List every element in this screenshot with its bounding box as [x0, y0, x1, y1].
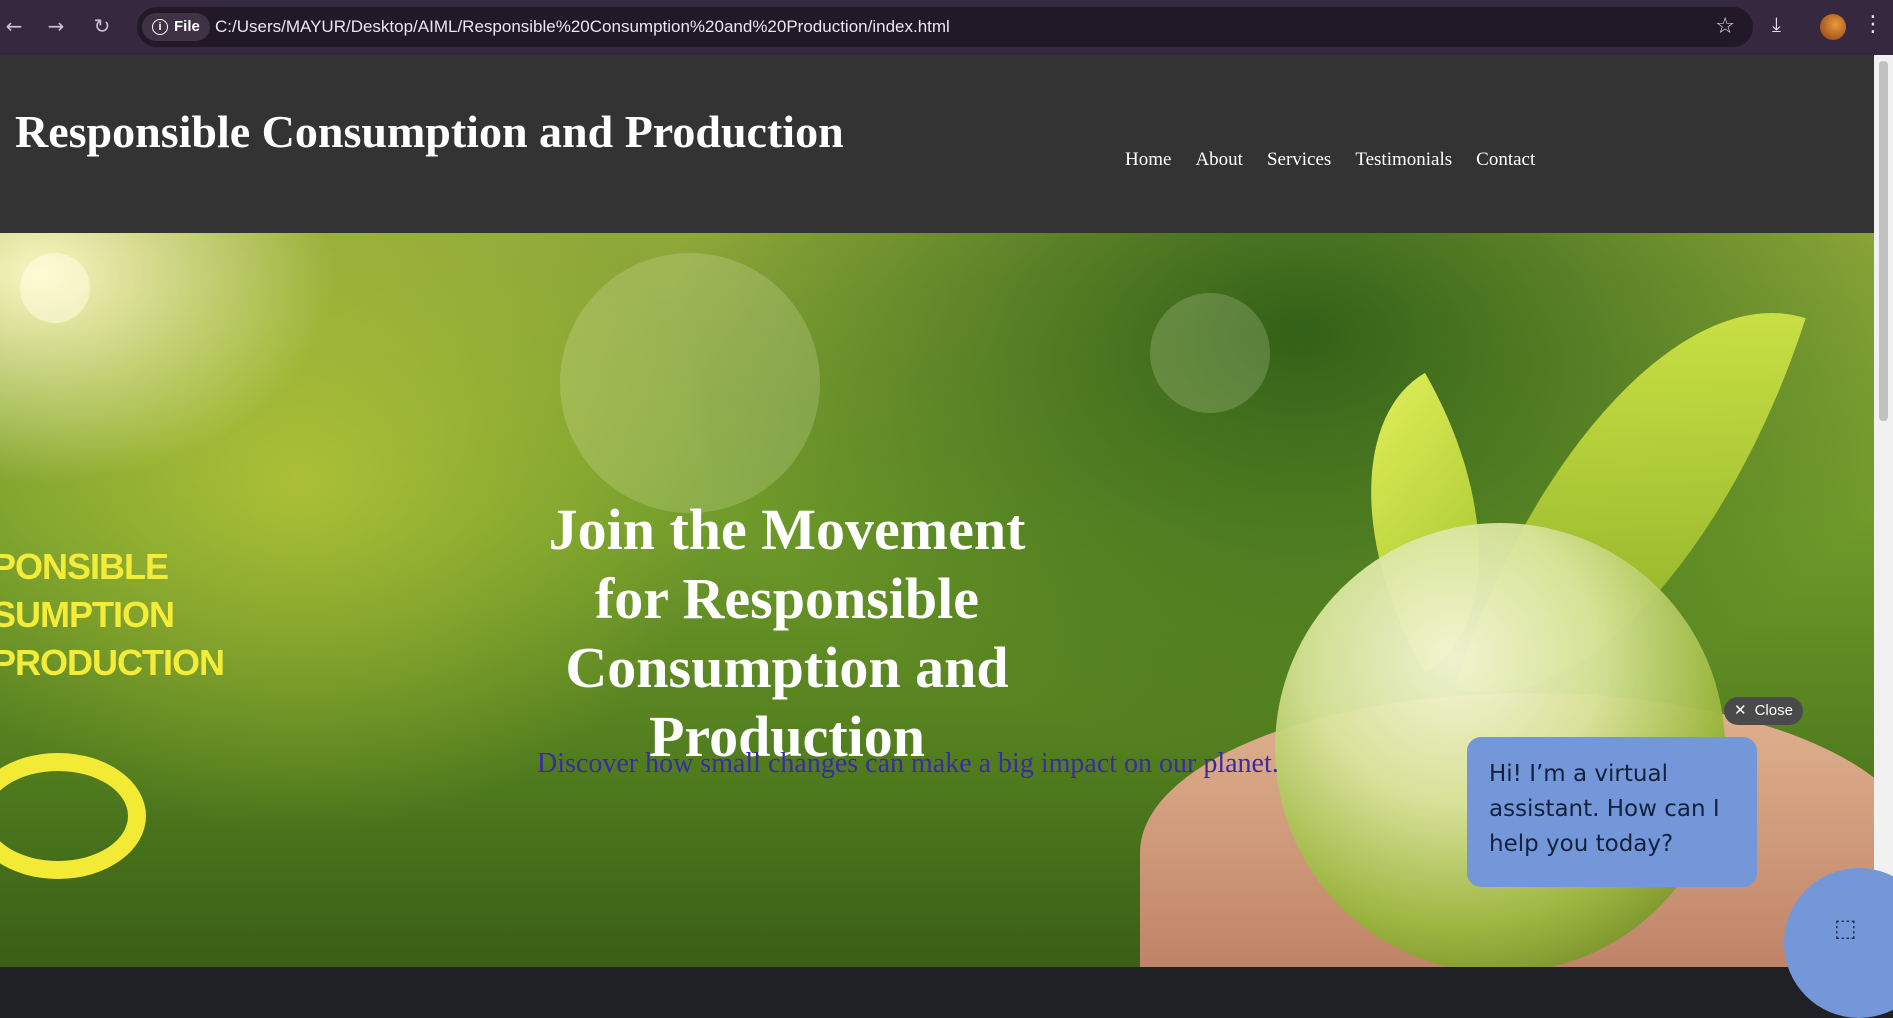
- site-header: Responsible Consumption and Production H…: [0, 55, 1874, 233]
- bokeh-light: [560, 253, 820, 513]
- page-scrollbar[interactable]: [1874, 55, 1893, 967]
- nav-testimonials[interactable]: Testimonials: [1355, 149, 1452, 171]
- nav-about[interactable]: About: [1195, 149, 1243, 171]
- scrollbar-thumb[interactable]: [1879, 61, 1888, 421]
- url-text[interactable]: C:/Users/MAYUR/Desktop/AIML/Responsible%…: [215, 7, 950, 47]
- info-icon: i: [152, 19, 168, 35]
- profile-avatar[interactable]: [1820, 14, 1846, 40]
- chat-close-label: Close: [1754, 702, 1793, 719]
- infinity-logo-icon: [0, 753, 146, 879]
- back-icon[interactable]: ←: [0, 12, 28, 40]
- chat-icon: ⬚: [1834, 914, 1857, 942]
- nav-contact[interactable]: Contact: [1476, 149, 1535, 171]
- nav-home[interactable]: Home: [1125, 149, 1171, 171]
- sdg-logo-watermark: PONSIBLE SUMPTION PRODUCTION: [0, 546, 225, 683]
- browser-toolbar: ← → ↻ i File C:/Users/MAYUR/Desktop/AIML…: [0, 0, 1893, 55]
- site-chip-label: File: [174, 18, 200, 35]
- site-title: Responsible Consumption and Production: [15, 106, 844, 157]
- chat-close-button[interactable]: ✕ Close: [1724, 697, 1803, 725]
- reload-icon[interactable]: ↻: [88, 12, 116, 40]
- nav-services[interactable]: Services: [1267, 149, 1331, 171]
- main-nav: Home About Services Testimonials Contact: [1125, 149, 1535, 171]
- forward-icon[interactable]: →: [42, 12, 70, 40]
- address-bar[interactable]: i File C:/Users/MAYUR/Desktop/AIML/Respo…: [137, 7, 1753, 47]
- download-icon[interactable]: ⤓: [1772, 12, 1781, 36]
- more-menu-icon[interactable]: ⋮: [1862, 12, 1884, 37]
- close-icon: ✕: [1734, 702, 1747, 719]
- bokeh-light: [20, 253, 90, 323]
- bookmark-star-icon[interactable]: ☆: [1715, 7, 1735, 47]
- site-info-chip[interactable]: i File: [142, 13, 210, 41]
- chat-greeting-bubble[interactable]: Hi! I’m a virtual assistant. How can I h…: [1467, 737, 1757, 887]
- hero-subheading: Discover how small changes can make a bi…: [537, 748, 1279, 779]
- bokeh-light: [1150, 293, 1270, 413]
- hero-heading: Join the Movement for Responsible Consum…: [548, 497, 1026, 769]
